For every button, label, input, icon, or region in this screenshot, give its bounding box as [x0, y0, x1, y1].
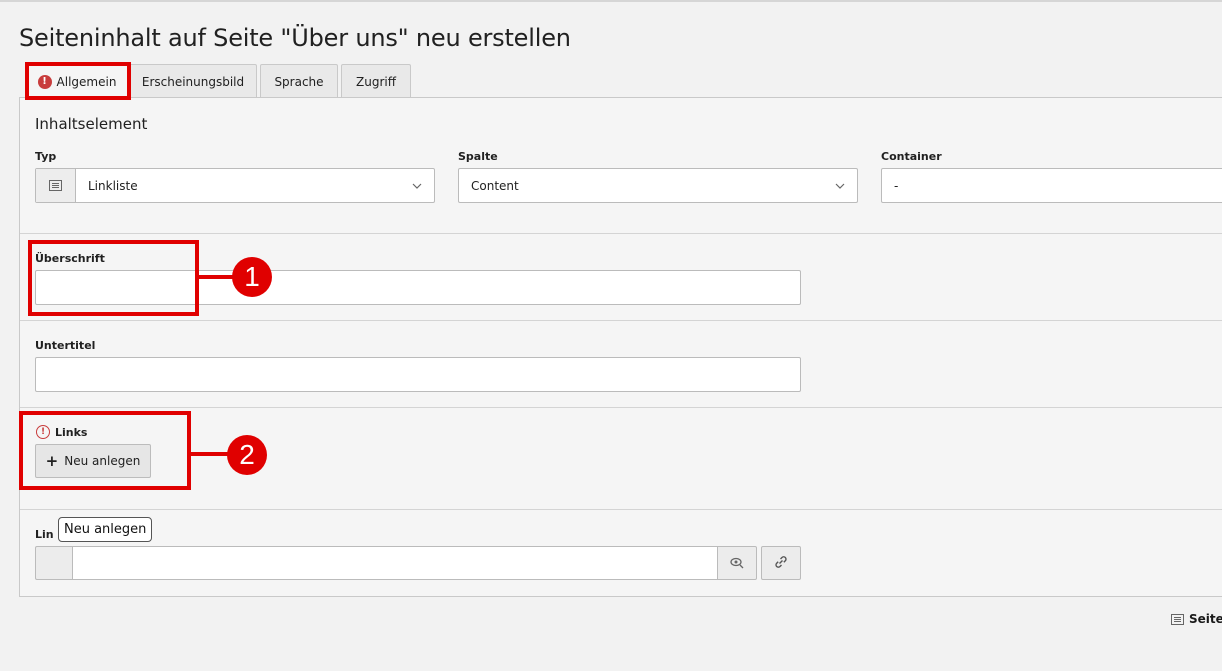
section-divider	[20, 233, 1222, 234]
annotation-box-1	[28, 240, 199, 316]
typ-label: Typ	[35, 150, 57, 163]
chevron-down-icon	[400, 183, 434, 189]
page-title: Seiteninhalt auf Seite "Über uns" neu er…	[19, 24, 571, 52]
link-type-indicator	[35, 546, 73, 580]
annotation-line-1	[197, 275, 237, 279]
tab-erscheinungsbild[interactable]: Erscheinungsbild	[129, 64, 257, 98]
tab-label: Sprache	[274, 74, 324, 89]
footer-label: Seite	[1189, 612, 1222, 626]
list-icon	[36, 169, 76, 202]
spalte-value: Content	[471, 178, 519, 193]
tooltip: Neu anlegen	[58, 517, 153, 542]
footer-seite-link[interactable]: Seite	[1171, 612, 1222, 626]
section-divider	[20, 320, 1222, 321]
typ-value: Linkliste	[88, 178, 138, 193]
container-label: Container	[881, 150, 942, 163]
section-divider	[20, 509, 1222, 510]
top-border	[0, 0, 1222, 2]
annotation-marker-1: 1	[232, 257, 272, 297]
section-divider	[20, 407, 1222, 408]
annotation-marker-2: 2	[227, 435, 267, 475]
list-icon	[1171, 613, 1184, 625]
container-value: -	[894, 178, 899, 193]
spalte-label: Spalte	[458, 150, 498, 163]
typ-select[interactable]: Linkliste	[35, 168, 435, 203]
tab-label: Erscheinungsbild	[141, 74, 245, 89]
tab-zugriff[interactable]: Zugriff	[341, 64, 411, 98]
spalte-select[interactable]: Content	[458, 168, 858, 203]
untertitel-label: Untertitel	[35, 339, 96, 352]
annotation-box-2	[19, 411, 191, 490]
untertitel-input[interactable]	[35, 357, 801, 392]
tab-sprache[interactable]: Sprache	[260, 64, 338, 98]
link-icon	[774, 554, 788, 573]
container-select[interactable]: -	[881, 168, 1222, 203]
link-label: Lin	[35, 528, 54, 541]
link-details-icon[interactable]	[717, 546, 757, 580]
link-browser-button[interactable]	[761, 546, 801, 580]
annotation-box-tab	[25, 62, 131, 100]
link-input[interactable]	[72, 546, 718, 580]
section-title: Inhaltselement	[35, 115, 148, 133]
chevron-down-icon	[823, 183, 857, 189]
tab-label: Zugriff	[356, 74, 396, 89]
